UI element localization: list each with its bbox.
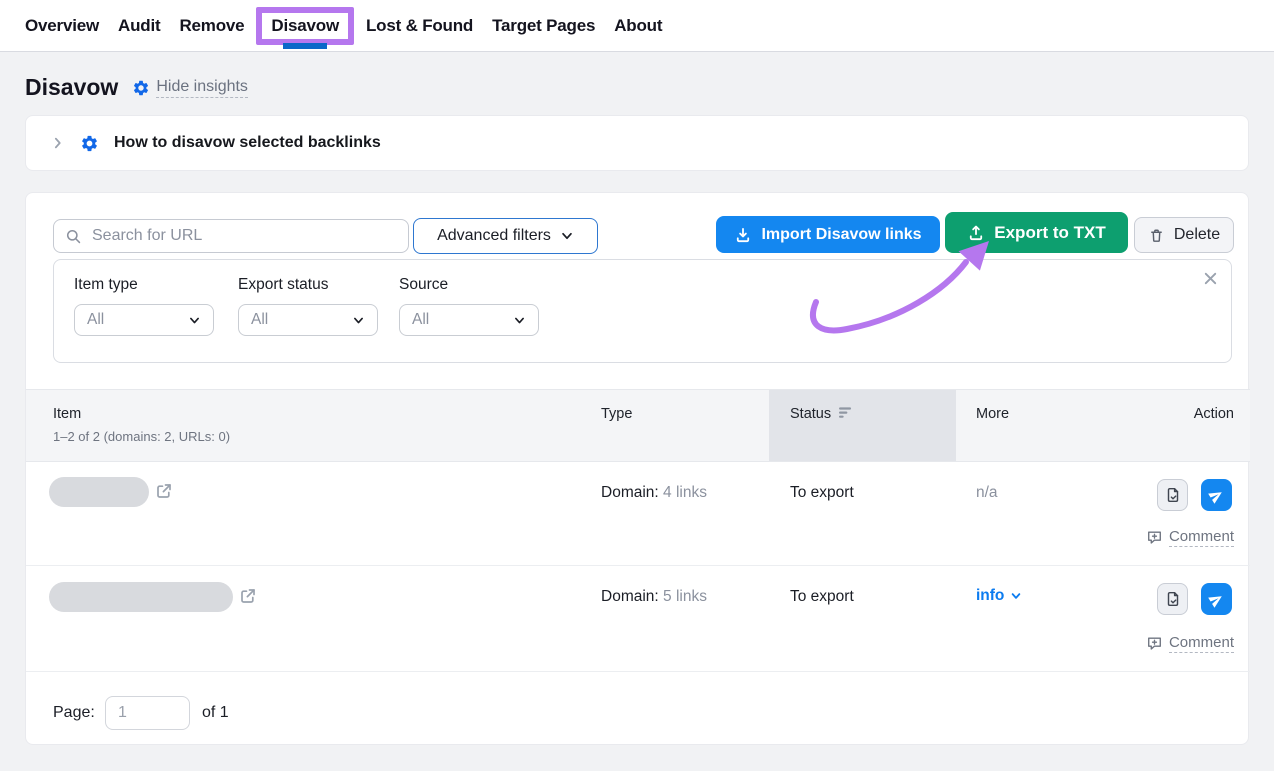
hide-insights-label: Hide insights bbox=[156, 78, 248, 98]
comment-plus-icon bbox=[1146, 635, 1163, 652]
export-to-txt-button[interactable]: Export to TXT bbox=[945, 212, 1128, 253]
col-status-label: Status bbox=[790, 406, 831, 422]
comment-label: Comment bbox=[1169, 634, 1234, 653]
send-row-button[interactable] bbox=[1201, 479, 1232, 511]
col-item: Item bbox=[53, 406, 81, 422]
document-check-icon bbox=[1164, 590, 1182, 608]
external-link-icon[interactable] bbox=[238, 586, 258, 606]
source-select[interactable]: All bbox=[399, 304, 539, 336]
sort-icon bbox=[838, 406, 853, 419]
col-status[interactable]: Status bbox=[790, 406, 853, 422]
import-disavow-links-label: Import Disavow links bbox=[761, 226, 921, 244]
external-link-icon[interactable] bbox=[154, 481, 174, 501]
source-value: All bbox=[412, 311, 429, 329]
search-input[interactable] bbox=[90, 226, 397, 246]
chevron-right-icon bbox=[51, 136, 65, 150]
more-cell: n/a bbox=[976, 484, 998, 502]
tab-overview[interactable]: Overview bbox=[25, 16, 99, 36]
howto-title: How to disavow selected backlinks bbox=[114, 134, 381, 152]
page-title: Disavow bbox=[25, 74, 118, 101]
type-cell: Domain: 5 links bbox=[601, 588, 707, 606]
source-label: Source bbox=[399, 276, 539, 294]
filter-source: Source All bbox=[399, 276, 539, 336]
col-more: More bbox=[976, 406, 1009, 422]
chevron-down-icon bbox=[1010, 590, 1022, 602]
chevron-down-icon bbox=[352, 314, 365, 327]
upload-icon bbox=[967, 224, 985, 242]
filters-panel: Item type All Export status All Source A… bbox=[53, 259, 1232, 363]
tab-audit[interactable]: Audit bbox=[118, 16, 160, 36]
delete-button[interactable]: Delete bbox=[1134, 217, 1234, 253]
info-label: info bbox=[976, 587, 1004, 605]
filter-export-status: Export status All bbox=[238, 276, 378, 336]
search-url-box bbox=[53, 219, 409, 253]
chevron-down-icon bbox=[188, 314, 201, 327]
type-label: Domain: bbox=[601, 484, 659, 501]
import-disavow-links-button[interactable]: Import Disavow links bbox=[716, 216, 940, 253]
page-label: Page: bbox=[53, 704, 95, 722]
export-status-select[interactable]: All bbox=[238, 304, 378, 336]
tab-lost-and-found[interactable]: Lost & Found bbox=[366, 16, 473, 36]
tab-target-pages[interactable]: Target Pages bbox=[492, 16, 595, 36]
top-nav: Overview Audit Remove Disavow Lost & Fou… bbox=[0, 0, 1274, 52]
page-of-label: of 1 bbox=[202, 704, 229, 722]
page-number-input[interactable] bbox=[105, 696, 190, 730]
info-dropdown[interactable]: info bbox=[976, 587, 1022, 605]
col-type: Type bbox=[601, 406, 632, 422]
search-icon bbox=[65, 228, 82, 245]
filter-item-type: Item type All bbox=[74, 276, 214, 336]
item-type-value: All bbox=[87, 311, 104, 329]
disavow-page: Overview Audit Remove Disavow Lost & Fou… bbox=[0, 0, 1274, 771]
delete-label: Delete bbox=[1174, 226, 1220, 244]
send-row-button[interactable] bbox=[1201, 583, 1232, 615]
advanced-filters-label: Advanced filters bbox=[437, 227, 551, 245]
title-row: Disavow Hide insights bbox=[25, 74, 248, 101]
redacted-domain bbox=[49, 582, 233, 612]
advanced-filters-button[interactable]: Advanced filters bbox=[413, 218, 598, 254]
gear-icon bbox=[80, 134, 99, 153]
comment-label: Comment bbox=[1169, 528, 1234, 547]
status-cell: To export bbox=[790, 588, 854, 606]
gear-icon bbox=[132, 79, 150, 97]
comment-link[interactable]: Comment bbox=[1146, 634, 1234, 653]
export-status-label: Export status bbox=[238, 276, 378, 294]
type-cell: Domain: 4 links bbox=[601, 484, 707, 502]
type-links: 5 links bbox=[663, 588, 707, 605]
status-cell: To export bbox=[790, 484, 854, 502]
paper-plane-icon bbox=[1208, 591, 1225, 608]
chevron-down-icon bbox=[560, 229, 574, 243]
tab-disavow[interactable]: Disavow bbox=[256, 7, 354, 45]
export-row-button[interactable] bbox=[1157, 583, 1188, 615]
chevron-down-icon bbox=[513, 314, 526, 327]
comment-plus-icon bbox=[1146, 529, 1163, 546]
item-type-select[interactable]: All bbox=[74, 304, 214, 336]
table-row: Domain: 4 links To export n/a Comment bbox=[26, 462, 1250, 566]
table-row: Domain: 5 links To export info Comment bbox=[26, 566, 1250, 672]
document-check-icon bbox=[1164, 486, 1182, 504]
howto-panel[interactable]: How to disavow selected backlinks bbox=[25, 115, 1249, 171]
export-status-value: All bbox=[251, 311, 268, 329]
item-type-label: Item type bbox=[74, 276, 214, 294]
trash-icon bbox=[1148, 227, 1165, 244]
disavow-table-card: Advanced filters Import Disavow links Ex… bbox=[25, 192, 1249, 745]
tab-about[interactable]: About bbox=[614, 16, 662, 36]
type-links: 4 links bbox=[663, 484, 707, 501]
table-header: Item 1–2 of 2 (domains: 2, URLs: 0) Type… bbox=[26, 389, 1250, 462]
download-icon bbox=[734, 226, 752, 244]
paper-plane-icon bbox=[1208, 487, 1225, 504]
tab-remove[interactable]: Remove bbox=[179, 16, 244, 36]
redacted-domain bbox=[49, 477, 149, 507]
export-to-txt-label: Export to TXT bbox=[994, 223, 1105, 243]
export-row-button[interactable] bbox=[1157, 479, 1188, 511]
col-action: Action bbox=[1194, 406, 1234, 422]
type-label: Domain: bbox=[601, 588, 659, 605]
hide-insights-link[interactable]: Hide insights bbox=[132, 78, 248, 98]
item-count-summary: 1–2 of 2 (domains: 2, URLs: 0) bbox=[53, 429, 230, 444]
tab-disavow-label: Disavow bbox=[271, 16, 339, 35]
status-column-highlight bbox=[769, 390, 956, 461]
close-filters-icon[interactable] bbox=[1202, 270, 1219, 287]
comment-link[interactable]: Comment bbox=[1146, 528, 1234, 547]
